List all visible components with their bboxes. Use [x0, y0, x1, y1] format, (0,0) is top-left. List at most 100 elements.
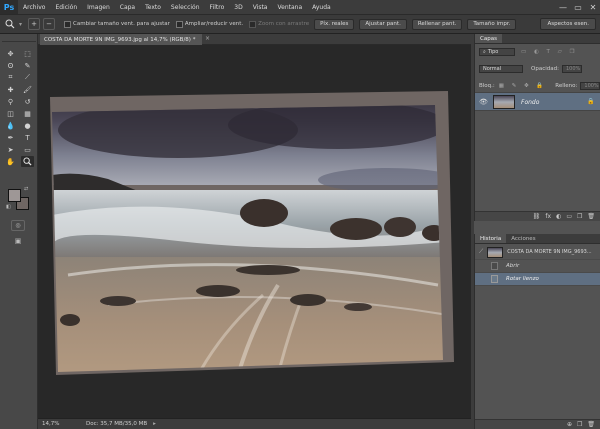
workspace-dropdown[interactable]: Aspectos esen. — [540, 18, 596, 30]
delete-state-icon[interactable]: 🗑 — [587, 421, 595, 428]
history-brush-tool-icon[interactable]: ↺ — [21, 96, 34, 107]
marquee-tool-icon[interactable]: ⬚ — [21, 48, 34, 59]
new-document-from-state-icon[interactable]: ⊕ — [567, 421, 572, 428]
new-group-icon[interactable]: ❐ — [577, 213, 582, 220]
snapshot-brush-icon: ⟋ — [479, 248, 484, 255]
opacity-input[interactable]: 100% — [561, 65, 582, 73]
layer-filter-row: ⌕ Tipo ▭ ◐ T ▱ ❐ — [475, 48, 600, 56]
layers-panel-tabs: Capas — [475, 34, 600, 44]
snapshot-name: COSTA DA MORTE 9N IMG_9693... — [507, 249, 592, 255]
adjustment-layer-icon[interactable]: ▭ — [566, 213, 572, 220]
menu-ayuda[interactable]: Ayuda — [307, 4, 336, 11]
menu-vista[interactable]: Vista — [248, 4, 273, 11]
toolbar-grip[interactable] — [2, 37, 36, 42]
menu-imagen[interactable]: Imagen — [82, 4, 115, 11]
move-tool-icon[interactable]: ✥ — [4, 48, 17, 59]
quick-select-tool-icon[interactable]: ✎ — [21, 60, 34, 71]
close-window-button[interactable]: ✕ — [586, 0, 600, 14]
history-step-label: Abrir — [506, 263, 520, 269]
print-size-button[interactable]: Tamaño impr. — [467, 18, 517, 30]
layer-lock-icon: 🔒 — [587, 98, 595, 105]
menu-ventana[interactable]: Ventana — [272, 4, 307, 11]
zoom-level[interactable]: 14,7% — [42, 421, 72, 427]
dodge-tool-icon[interactable]: ● — [21, 120, 34, 131]
history-step-icon — [491, 262, 498, 270]
crop-tool-icon[interactable]: ⌗ — [4, 72, 17, 83]
layer-visibility-eye-icon[interactable]: 👁 — [479, 98, 488, 106]
layer-style-icon[interactable]: fx — [545, 213, 551, 220]
actual-pixels-button[interactable]: Píx. reales — [314, 18, 355, 30]
eraser-tool-icon[interactable]: ◫ — [4, 108, 17, 119]
default-colors-icon[interactable]: ◧ — [6, 204, 11, 210]
history-step-label: Rotar lienzo — [506, 276, 539, 282]
fill-screen-button[interactable]: Rellenar pant. — [411, 18, 463, 30]
restore-button[interactable]: ▭ — [571, 0, 585, 14]
layer-kind-filter[interactable]: ⌕ Tipo — [479, 48, 515, 56]
document-canvas[interactable] — [38, 45, 471, 418]
healing-tool-icon[interactable]: ✚ — [4, 84, 17, 95]
menu-filtro[interactable]: Filtro — [205, 4, 230, 11]
swap-colors-icon[interactable]: ⇄ — [24, 186, 28, 192]
foreground-color-swatch[interactable] — [8, 189, 21, 202]
menu-capa[interactable]: Capa — [115, 4, 140, 11]
menu-archivo[interactable]: Archivo — [18, 4, 50, 11]
scrubby-zoom-checkbox[interactable] — [249, 20, 257, 28]
minimize-button[interactable]: — — [556, 0, 570, 14]
tab-acciones[interactable]: Acciones — [506, 234, 540, 243]
rotated-photo — [50, 91, 454, 375]
history-panel-footer: ⊕ ❐ 🗑 — [475, 419, 600, 429]
layer-name[interactable]: Fondo — [521, 99, 539, 106]
shape-tool-icon[interactable]: ▭ — [21, 144, 34, 155]
document-info: Doc: 35,7 MB/35,0 MB — [86, 421, 148, 427]
fill-label: Relleno: — [555, 83, 578, 89]
blend-mode-dropdown[interactable]: Normal — [479, 65, 523, 73]
menu-3d[interactable]: 3D — [229, 4, 247, 11]
eyedropper-tool-icon[interactable]: ⟋ — [21, 72, 34, 83]
gradient-tool-icon[interactable]: ▦ — [21, 108, 34, 119]
filter-type-icons[interactable]: ▭ ◐ T ▱ ❐ — [521, 49, 578, 55]
menu-seleccion[interactable]: Selección — [166, 4, 205, 11]
brush-tool-icon[interactable]: 🖌 — [21, 84, 34, 95]
hand-tool-icon[interactable]: ✋ — [4, 156, 17, 167]
zoom-out-icon[interactable]: − — [43, 18, 56, 30]
menu-texto[interactable]: Texto — [140, 4, 166, 11]
layer-row-fondo[interactable]: 👁 Fondo 🔒 — [475, 92, 600, 111]
tab-capas[interactable]: Capas — [475, 34, 502, 43]
delete-layer-icon[interactable]: 🗑 — [587, 213, 595, 220]
history-step-abrir[interactable]: Abrir — [475, 260, 600, 273]
snapshot-thumbnail — [487, 246, 504, 258]
history-panel-tabs: Historia Acciones — [475, 234, 600, 244]
status-menu-arrow-icon[interactable]: ▸ — [153, 421, 156, 427]
zoom-in-icon[interactable]: + — [28, 18, 41, 30]
add-mask-icon[interactable]: ◐ — [556, 213, 561, 220]
history-step-rotar-lienzo[interactable]: Rotar lienzo — [475, 273, 600, 286]
zoom-all-checkbox[interactable] — [175, 20, 183, 28]
lasso-tool-icon[interactable]: ʘ — [4, 60, 17, 71]
zoom-tool-icon[interactable] — [4, 18, 16, 30]
lock-icons[interactable]: ▦ ✎ ✥ 🔒 — [499, 83, 547, 89]
tools-panel: ✥ ⬚ ʘ ✎ ⌗ ⟋ ✚ 🖌 ⚲ ↺ ◫ ▦ 💧 ● ✒ T ➤ ▭ ✋ ◧ … — [0, 34, 38, 429]
status-bar: 14,7% Doc: 35,7 MB/35,0 MB ▸ — [38, 418, 471, 429]
menu-edicion[interactable]: Edición — [50, 4, 82, 11]
history-step-icon — [491, 275, 498, 283]
blend-opacity-row: Normal Opacidad: 100% — [475, 65, 600, 73]
type-tool-icon[interactable]: T — [21, 132, 34, 143]
tab-historia[interactable]: Historia — [475, 234, 507, 243]
path-select-tool-icon[interactable]: ➤ — [4, 144, 17, 155]
screen-mode-icon[interactable]: ▣ — [11, 235, 25, 246]
fit-screen-button[interactable]: Ajustar pant. — [359, 18, 407, 30]
resize-windows-checkbox[interactable] — [64, 20, 72, 28]
pen-tool-icon[interactable]: ✒ — [4, 132, 17, 143]
lock-label: Bloq.: — [479, 83, 495, 89]
link-layers-icon[interactable]: ⛓ — [533, 213, 541, 220]
zoom-tool-icon[interactable] — [21, 156, 34, 167]
new-snapshot-icon[interactable]: ❐ — [577, 421, 582, 428]
close-document-icon[interactable]: × — [205, 35, 210, 42]
document-tab[interactable]: COSTA DA MORTE 9N IMG_9693.jpg al 14,7% … — [40, 34, 202, 45]
fill-input[interactable]: 100% — [580, 82, 600, 90]
blur-tool-icon[interactable]: 💧 — [4, 120, 17, 131]
quick-mask-icon[interactable]: ◎ — [11, 220, 25, 231]
history-snapshot[interactable]: ⟋ COSTA DA MORTE 9N IMG_9693... — [475, 245, 600, 260]
tool-preset-chevron-icon[interactable]: ▾ — [19, 21, 22, 28]
stamp-tool-icon[interactable]: ⚲ — [4, 96, 17, 107]
